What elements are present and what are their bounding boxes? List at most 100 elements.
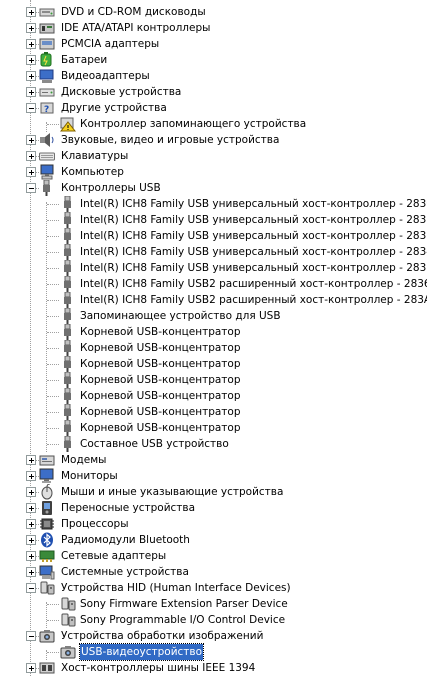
tree-category[interactable]: PCMCIA адаптеры bbox=[0, 36, 427, 52]
tree-device[interactable]: Корневой USB-концентратор bbox=[0, 324, 427, 340]
expand-plus-icon[interactable] bbox=[26, 135, 36, 145]
tree-item-label: Другие устройства bbox=[61, 102, 167, 114]
tree-category[interactable]: Мыши и иные указывающие устройства bbox=[0, 484, 427, 500]
tree-category[interactable]: Модемы bbox=[0, 452, 427, 468]
expand-plus-icon[interactable] bbox=[26, 151, 36, 161]
camera-icon bbox=[39, 628, 55, 644]
tree-device[interactable]: Корневой USB-концентратор bbox=[0, 372, 427, 388]
collapse-minus-icon[interactable] bbox=[26, 183, 36, 193]
keyboard-icon bbox=[39, 148, 55, 164]
tree-device[interactable]: Корневой USB-концентратор bbox=[0, 340, 427, 356]
tree-device[interactable]: Intel(R) ICH8 Family USB универсальный х… bbox=[0, 196, 427, 212]
collapse-minus-icon[interactable] bbox=[26, 631, 36, 641]
tree-item-label: Мониторы bbox=[61, 470, 118, 482]
expand-plus-icon[interactable] bbox=[26, 487, 36, 497]
tree-category[interactable]: Процессоры bbox=[0, 516, 427, 532]
expand-plus-icon[interactable] bbox=[26, 87, 36, 97]
tree-device[interactable]: Intel(R) ICH8 Family USB универсальный х… bbox=[0, 260, 427, 276]
tree-device[interactable]: Корневой USB-концентратор bbox=[0, 388, 427, 404]
tree-device[interactable]: Составное USB устройство bbox=[0, 436, 427, 452]
tree-category[interactable]: Дисковые устройства bbox=[0, 84, 427, 100]
ieee1394-controller-icon bbox=[39, 660, 55, 676]
tree-device[interactable]: Корневой USB-концентратор bbox=[0, 356, 427, 372]
expand-plus-icon[interactable] bbox=[26, 503, 36, 513]
tree-device[interactable]: Intel(R) ICH8 Family USB универсальный х… bbox=[0, 212, 427, 228]
expand-plus-icon[interactable] bbox=[26, 519, 36, 529]
expand-plus-icon[interactable] bbox=[26, 471, 36, 481]
tree-category[interactable]: Контроллеры USB bbox=[0, 180, 427, 196]
tree-category[interactable]: Клавиатуры bbox=[0, 148, 427, 164]
tree-device[interactable]: Intel(R) ICH8 Family USB универсальный х… bbox=[0, 244, 427, 260]
tree-device[interactable]: Контроллер запоминающего устройства bbox=[0, 116, 427, 132]
tree-category[interactable]: Системные устройства bbox=[0, 564, 427, 580]
tree-category[interactable]: Звуковые, видео и игровые устройства bbox=[0, 132, 427, 148]
tree-category[interactable]: Сетевые адаптеры bbox=[0, 548, 427, 564]
usb-plug-icon bbox=[60, 212, 76, 228]
expand-plus-icon[interactable] bbox=[26, 663, 36, 673]
tree-category[interactable]: DVD и CD-ROM дисководы bbox=[0, 4, 427, 20]
ide-controller-icon bbox=[39, 20, 55, 36]
usb-plug-icon bbox=[60, 372, 76, 388]
usb-plug-icon bbox=[60, 308, 76, 324]
tree-item-label: Мыши и иные указывающие устройства bbox=[61, 486, 284, 498]
tree-item-label: Контроллеры USB bbox=[61, 182, 161, 194]
tree-item-label: Дисковые устройства bbox=[61, 86, 182, 98]
tree-device[interactable]: Запоминающее устройство для USB bbox=[0, 308, 427, 324]
tree-item-label: Корневой USB-концентратор bbox=[80, 342, 241, 354]
tree-category[interactable]: Мониторы bbox=[0, 468, 427, 484]
tree-device[interactable]: Intel(R) ICH8 Family USB2 расширенный хо… bbox=[0, 292, 427, 308]
expand-plus-icon[interactable] bbox=[26, 455, 36, 465]
tree-category[interactable]: Устройства обработки изображений bbox=[0, 628, 427, 644]
tree-item-label: DVD и CD-ROM дисководы bbox=[61, 6, 206, 18]
tree-item-label: Sony Programmable I/O Control Device bbox=[80, 614, 286, 626]
bluetooth-icon bbox=[39, 532, 55, 548]
unknown-device-question-icon: ? bbox=[39, 100, 55, 116]
usb-plug-icon bbox=[60, 196, 76, 212]
expand-plus-icon[interactable] bbox=[26, 167, 36, 177]
tree-device[interactable]: USB-видеоустройство bbox=[0, 643, 427, 661]
usb-plug-icon bbox=[60, 228, 76, 244]
tree-category[interactable]: Устройства HID (Human Interface Devices) bbox=[0, 580, 427, 596]
tree-category[interactable]: Компьютер bbox=[0, 164, 427, 180]
tree-item-label: Контроллер запоминающего устройства bbox=[80, 118, 307, 130]
collapse-minus-icon[interactable] bbox=[26, 583, 36, 593]
tree-item-label: Intel(R) ICH8 Family USB универсальный х… bbox=[80, 246, 427, 258]
tree-item-label: Клавиатуры bbox=[61, 150, 129, 162]
tree-item-label: Системные устройства bbox=[61, 566, 189, 578]
tree-device[interactable]: Корневой USB-концентратор bbox=[0, 404, 427, 420]
cdrom-drive-icon bbox=[39, 4, 55, 20]
tree-category[interactable]: Видеоадаптеры bbox=[0, 68, 427, 84]
tree-category[interactable]: Переносные устройства bbox=[0, 500, 427, 516]
expand-plus-icon[interactable] bbox=[26, 535, 36, 545]
expand-plus-icon[interactable] bbox=[26, 7, 36, 17]
tree-branch-line bbox=[47, 620, 59, 621]
tree-item-label: Корневой USB-концентратор bbox=[80, 326, 241, 338]
tree-branch-line bbox=[47, 204, 59, 205]
tree-device[interactable]: Sony Firmware Extension Parser Device bbox=[0, 596, 427, 612]
tree-category[interactable]: Батареи bbox=[0, 52, 427, 68]
expand-plus-icon[interactable] bbox=[26, 567, 36, 577]
tree-branch-line bbox=[47, 236, 59, 237]
hid-device-icon bbox=[60, 596, 76, 612]
collapse-minus-icon[interactable] bbox=[26, 103, 36, 113]
tree-device[interactable]: Intel(R) ICH8 Family USB2 расширенный хо… bbox=[0, 276, 427, 292]
expand-plus-icon[interactable] bbox=[26, 71, 36, 81]
hid-device-icon bbox=[60, 612, 76, 628]
tree-item-label: Корневой USB-концентратор bbox=[80, 422, 241, 434]
expand-plus-icon[interactable] bbox=[26, 39, 36, 49]
tree-category[interactable]: ? Другие устройства bbox=[0, 100, 427, 116]
modem-icon bbox=[39, 452, 55, 468]
sound-device-icon bbox=[39, 132, 55, 148]
tree-device[interactable]: Корневой USB-концентратор bbox=[0, 420, 427, 436]
tree-category[interactable]: Хост-контроллеры шины IEEE 1394 bbox=[0, 660, 427, 676]
tree-category[interactable]: IDE ATA/ATAPI контроллеры bbox=[0, 20, 427, 36]
tree-device[interactable]: Sony Programmable I/O Control Device bbox=[0, 612, 427, 628]
tree-branch-line bbox=[47, 316, 59, 317]
tree-item-label: Устройства HID (Human Interface Devices) bbox=[61, 582, 291, 594]
expand-plus-icon[interactable] bbox=[26, 23, 36, 33]
expand-plus-icon[interactable] bbox=[26, 551, 36, 561]
tree-device[interactable]: Intel(R) ICH8 Family USB универсальный х… bbox=[0, 228, 427, 244]
expand-plus-icon[interactable] bbox=[26, 55, 36, 65]
device-tree[interactable]: DVD и CD-ROM дисководы IDE ATA/ATAPI конт… bbox=[0, 0, 427, 689]
tree-category[interactable]: Радиомодули Bluetooth bbox=[0, 532, 427, 548]
